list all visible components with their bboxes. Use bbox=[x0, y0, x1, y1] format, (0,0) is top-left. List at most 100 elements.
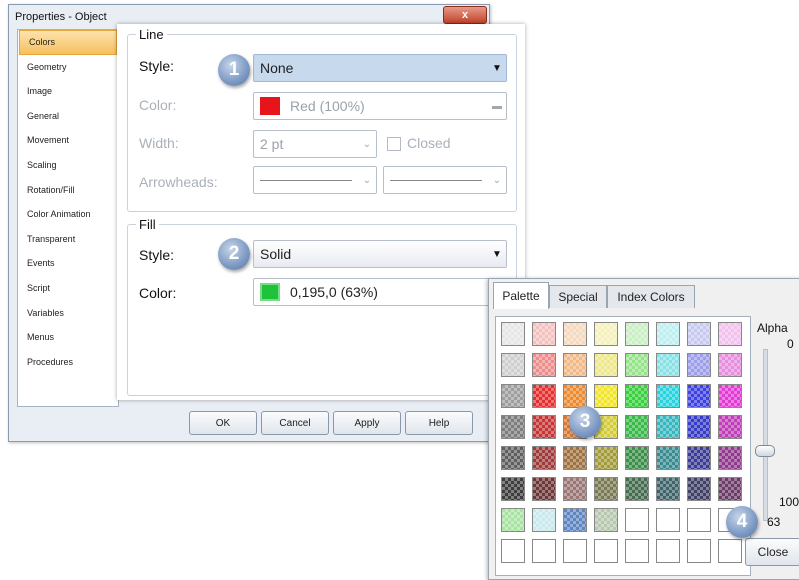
color-swatch[interactable] bbox=[532, 477, 556, 501]
color-swatch[interactable] bbox=[594, 477, 618, 501]
color-swatch[interactable] bbox=[563, 446, 587, 470]
sidebar-item-color-animation[interactable]: Color Animation bbox=[18, 202, 118, 227]
color-swatch[interactable] bbox=[656, 539, 680, 563]
color-swatch[interactable] bbox=[532, 322, 556, 346]
sidebar-item-general[interactable]: General bbox=[18, 104, 118, 129]
color-swatch[interactable] bbox=[594, 353, 618, 377]
color-swatch[interactable] bbox=[532, 353, 556, 377]
color-swatch[interactable] bbox=[625, 539, 649, 563]
color-swatch[interactable] bbox=[625, 384, 649, 408]
sidebar-item-variables[interactable]: Variables bbox=[18, 301, 118, 326]
color-swatch[interactable] bbox=[656, 477, 680, 501]
arrowhead-start-select[interactable]: ⌄ bbox=[253, 166, 377, 194]
tab-index-colors[interactable]: Index Colors bbox=[607, 285, 695, 308]
color-swatch[interactable] bbox=[532, 384, 556, 408]
color-swatch[interactable] bbox=[687, 415, 711, 439]
fill-color-label: Color: bbox=[139, 285, 177, 301]
color-swatch[interactable] bbox=[563, 353, 587, 377]
color-swatch[interactable] bbox=[718, 415, 742, 439]
apply-button[interactable]: Apply bbox=[333, 411, 401, 435]
color-swatch[interactable] bbox=[563, 508, 587, 532]
color-swatch[interactable] bbox=[501, 539, 525, 563]
line-color-label: Color: bbox=[139, 97, 177, 113]
arrowhead-end-select[interactable]: ⌄ bbox=[383, 166, 507, 194]
color-swatch[interactable] bbox=[656, 446, 680, 470]
color-swatch[interactable] bbox=[501, 322, 525, 346]
close-icon[interactable]: x bbox=[443, 6, 487, 24]
fill-style-select[interactable]: Solid ▼ bbox=[253, 240, 507, 268]
color-swatch[interactable] bbox=[625, 415, 649, 439]
color-swatch[interactable] bbox=[594, 322, 618, 346]
sidebar-item-colors[interactable]: Colors bbox=[19, 30, 117, 55]
help-button[interactable]: Help bbox=[405, 411, 473, 435]
sidebar-item-geometry[interactable]: Geometry bbox=[18, 55, 118, 80]
color-swatch[interactable] bbox=[563, 322, 587, 346]
color-swatch[interactable] bbox=[656, 322, 680, 346]
sidebar-item-events[interactable]: Events bbox=[18, 251, 118, 276]
alpha-slider-thumb[interactable] bbox=[755, 444, 775, 457]
close-button[interactable]: Close bbox=[745, 538, 799, 566]
color-swatch[interactable] bbox=[532, 539, 556, 563]
color-swatch[interactable] bbox=[532, 415, 556, 439]
color-swatch[interactable] bbox=[563, 384, 587, 408]
sidebar-item-script[interactable]: Script bbox=[18, 276, 118, 301]
line-color-value: Red (100%) bbox=[290, 98, 365, 114]
sidebar-item-procedures[interactable]: Procedures bbox=[18, 350, 118, 375]
color-swatch[interactable] bbox=[687, 539, 711, 563]
color-swatch[interactable] bbox=[594, 446, 618, 470]
color-swatch[interactable] bbox=[501, 508, 525, 532]
color-swatch[interactable] bbox=[718, 353, 742, 377]
color-swatch[interactable] bbox=[532, 446, 556, 470]
color-swatch[interactable] bbox=[625, 353, 649, 377]
color-swatch[interactable] bbox=[625, 477, 649, 501]
color-swatch[interactable] bbox=[625, 322, 649, 346]
color-swatch[interactable] bbox=[718, 322, 742, 346]
sidebar-item-transparent[interactable]: Transparent bbox=[18, 227, 118, 252]
sidebar-item-menus[interactable]: Menus bbox=[18, 325, 118, 350]
color-swatch[interactable] bbox=[501, 446, 525, 470]
fill-color-value: 0,195,0 (63%) bbox=[290, 284, 378, 300]
line-width-select[interactable]: 2 pt ⌄ bbox=[253, 130, 377, 158]
color-swatch[interactable] bbox=[687, 353, 711, 377]
alpha-slider-track[interactable] bbox=[763, 349, 768, 521]
color-swatch[interactable] bbox=[501, 477, 525, 501]
color-swatch[interactable] bbox=[718, 477, 742, 501]
color-swatch[interactable] bbox=[501, 415, 525, 439]
sidebar-item-scaling[interactable]: Scaling bbox=[18, 153, 118, 178]
color-swatch[interactable] bbox=[687, 322, 711, 346]
color-swatch[interactable] bbox=[687, 508, 711, 532]
color-swatch[interactable] bbox=[656, 508, 680, 532]
color-swatch[interactable] bbox=[594, 508, 618, 532]
closed-label: Closed bbox=[407, 135, 451, 151]
cancel-button[interactable]: Cancel bbox=[261, 411, 329, 435]
line-color-picker[interactable]: Red (100%) ▬ bbox=[253, 92, 507, 120]
tab-special[interactable]: Special bbox=[549, 285, 607, 308]
color-swatch[interactable] bbox=[687, 384, 711, 408]
color-swatch[interactable] bbox=[563, 477, 587, 501]
color-swatch[interactable] bbox=[687, 477, 711, 501]
color-swatch[interactable] bbox=[656, 415, 680, 439]
color-swatch[interactable] bbox=[501, 353, 525, 377]
color-swatch[interactable] bbox=[718, 446, 742, 470]
sidebar-item-image[interactable]: Image bbox=[18, 79, 118, 104]
color-swatch[interactable] bbox=[656, 353, 680, 377]
fill-color-picker[interactable]: 0,195,0 (63%) bbox=[253, 278, 507, 306]
color-swatch[interactable] bbox=[501, 384, 525, 408]
tab-palette[interactable]: Palette bbox=[493, 282, 549, 309]
sidebar-item-rotation-fill[interactable]: Rotation/Fill bbox=[18, 178, 118, 203]
sidebar-item-movement[interactable]: Movement bbox=[18, 128, 118, 153]
color-swatch[interactable] bbox=[594, 384, 618, 408]
color-swatch[interactable] bbox=[594, 539, 618, 563]
closed-checkbox[interactable] bbox=[387, 137, 401, 151]
color-swatch[interactable] bbox=[625, 508, 649, 532]
color-swatch[interactable] bbox=[532, 508, 556, 532]
color-swatch[interactable] bbox=[656, 384, 680, 408]
line-style-select[interactable]: None ▼ bbox=[253, 54, 507, 82]
color-swatch[interactable] bbox=[563, 539, 587, 563]
color-swatch[interactable] bbox=[718, 539, 742, 563]
arrowheads-label: Arrowheads: bbox=[139, 174, 218, 190]
color-swatch[interactable] bbox=[687, 446, 711, 470]
color-swatch[interactable] bbox=[625, 446, 649, 470]
ok-button[interactable]: OK bbox=[189, 411, 257, 435]
color-swatch[interactable] bbox=[718, 384, 742, 408]
